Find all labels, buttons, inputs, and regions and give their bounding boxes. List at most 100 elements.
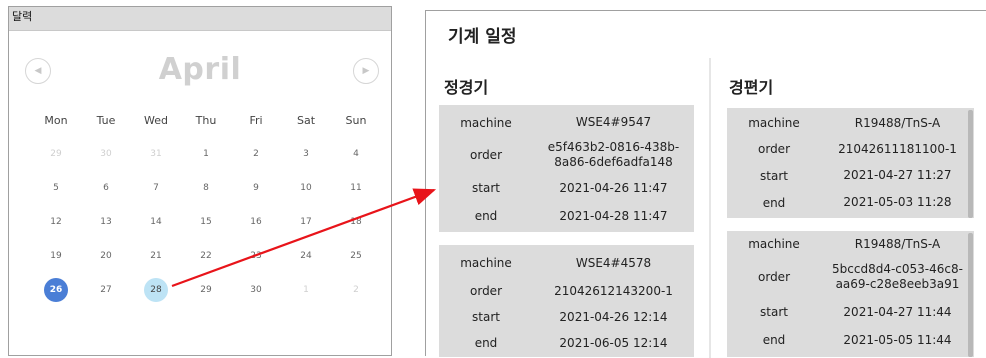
left-column-title: 정경기 (444, 78, 489, 97)
day-cell[interactable]: 21 (131, 239, 181, 273)
end-value: 2021-05-05 11:44 (843, 332, 952, 347)
day-number: 30 (250, 285, 262, 295)
machine-value: WSE4#4578 (575, 255, 652, 270)
end-label: end (474, 209, 498, 223)
end-value: 2021-05-03 11:28 (843, 195, 952, 209)
day-number: 26 (44, 278, 68, 302)
day-cell[interactable]: 8 (181, 171, 231, 205)
day-cell[interactable]: 27 (81, 273, 131, 307)
month-title: April (158, 52, 242, 87)
day-cell-selected[interactable]: 28 (131, 273, 181, 307)
day-cell[interactable]: 2 (331, 273, 381, 307)
day-cell[interactable]: 19 (31, 239, 81, 273)
weekday-label: Wed (144, 114, 168, 127)
end-label: end (762, 195, 786, 210)
schedule-card[interactable]: machine R19488/TnS-A order 2104261118110… (727, 108, 974, 218)
day-cell[interactable]: 23 (231, 239, 281, 273)
day-number: 17 (300, 217, 312, 227)
order-label: order (758, 270, 790, 284)
day-cell[interactable]: 10 (281, 171, 331, 205)
weekday-header: Mon Tue Wed Thu Fri Sat Sun (31, 111, 381, 131)
day-number: 14 (150, 217, 162, 227)
day-number: 3 (303, 149, 309, 159)
day-cell[interactable]: 13 (81, 205, 131, 239)
end-value: 2021-04-28 11:47 (559, 208, 668, 223)
day-number: 6 (103, 183, 109, 193)
scrollbar-thumb[interactable] (968, 110, 973, 218)
card-row-end: end 2021-05-05 11:44 (727, 326, 974, 354)
card-row-start: start 2021-04-27 11:27 (727, 162, 974, 189)
day-cell[interactable]: 11 (331, 171, 381, 205)
day-cell[interactable]: 7 (131, 171, 181, 205)
machine-schedule-panel: 기계 일정 정경기 machine WSE4#9547 order e5f463… (425, 10, 986, 358)
day-cell[interactable]: 31 (131, 137, 181, 171)
schedule-card[interactable]: machine WSE4#9547 order e5f463b2-0816-43… (439, 105, 694, 232)
card-row-end: end 2021-05-03 11:28 (727, 189, 974, 216)
day-cell[interactable]: 2 (231, 137, 281, 171)
day-cell[interactable]: 24 (281, 239, 331, 273)
card-row-start: start 2021-04-27 11:44 (727, 298, 974, 326)
week-row: 5 6 7 8 9 10 11 (31, 171, 381, 205)
day-cell[interactable]: 16 (231, 205, 281, 239)
card-row-order: order e5f463b2-0816-438b- 8a86-6def6adfa… (439, 136, 694, 174)
chevron-right-icon: ▶ (362, 66, 370, 76)
end-value: 2021-06-05 12:14 (559, 335, 668, 350)
day-number: 22 (200, 251, 212, 261)
weekday-label: Sun (345, 114, 367, 127)
card-row-end: end 2021-04-28 11:47 (439, 202, 694, 230)
day-cell[interactable]: 1 (281, 273, 331, 307)
next-month-button[interactable]: ▶ (353, 58, 379, 84)
day-cell[interactable]: 18 (331, 205, 381, 239)
schedule-card[interactable]: machine WSE4#4578 order 21042612143200-1… (439, 245, 694, 357)
order-value-line: aa69-c28e8eeb3a91 (835, 277, 960, 291)
day-cell[interactable]: 9 (231, 171, 281, 205)
order-value-line: 5bccd8d4-c053-46c8- (832, 262, 963, 276)
day-number: 2 (253, 149, 259, 159)
day-number: 13 (100, 217, 112, 227)
card-row-machine: machine WSE4#9547 (439, 109, 694, 136)
day-cell[interactable]: 29 (181, 273, 231, 307)
day-cell[interactable]: 30 (231, 273, 281, 307)
start-value: 2021-04-27 11:27 (843, 168, 952, 182)
day-number: 27 (100, 285, 112, 295)
day-cell[interactable]: 17 (281, 205, 331, 239)
machine-label: machine (460, 115, 512, 130)
card-row-order: order 21042611181100-1 (727, 136, 974, 162)
day-cell[interactable]: 15 (181, 205, 231, 239)
day-number: 5 (53, 183, 59, 193)
weekday-label: Fri (249, 114, 263, 127)
day-number: 10 (300, 183, 312, 193)
card-row-order: order 21042612143200-1 (439, 278, 694, 304)
schedule-card[interactable]: machine R19488/TnS-A order 5bccd8d4-c053… (727, 231, 974, 357)
day-cell[interactable]: 29 (31, 137, 81, 171)
card-row-start: start 2021-04-26 11:47 (439, 174, 694, 202)
day-cell[interactable]: 20 (81, 239, 131, 273)
start-value: 2021-04-27 11:44 (843, 304, 952, 319)
day-number: 15 (200, 217, 212, 227)
card-row-machine: machine R19488/TnS-A (727, 110, 974, 136)
machine-value: R19488/TnS-A (854, 115, 941, 130)
day-cell[interactable]: 14 (131, 205, 181, 239)
day-cell[interactable]: 5 (31, 171, 81, 205)
card-row-machine: machine WSE4#4578 (439, 248, 694, 278)
order-value: 21042611181100-1 (838, 141, 957, 156)
day-cell[interactable]: 1 (181, 137, 231, 171)
card-row-end: end 2021-06-05 12:14 (439, 330, 694, 356)
day-cell[interactable]: 25 (331, 239, 381, 273)
day-number: 7 (153, 183, 159, 193)
column-divider (709, 58, 711, 358)
order-value: 5bccd8d4-c053-46c8- aa69-c28e8eeb3a91 (821, 262, 974, 292)
scrollbar-thumb[interactable] (968, 233, 973, 357)
order-label: order (470, 148, 502, 162)
day-cell[interactable]: 30 (81, 137, 131, 171)
day-cell[interactable]: 4 (331, 137, 381, 171)
day-cell-today[interactable]: 26 (31, 273, 81, 307)
day-cell[interactable]: 3 (281, 137, 331, 171)
calendar-panel-title: 달력 (9, 7, 391, 31)
day-number: 24 (300, 251, 312, 261)
day-number: 31 (150, 149, 162, 159)
day-cell[interactable]: 12 (31, 205, 81, 239)
day-cell[interactable]: 22 (181, 239, 231, 273)
day-cell[interactable]: 6 (81, 171, 131, 205)
machine-label: machine (748, 116, 800, 130)
